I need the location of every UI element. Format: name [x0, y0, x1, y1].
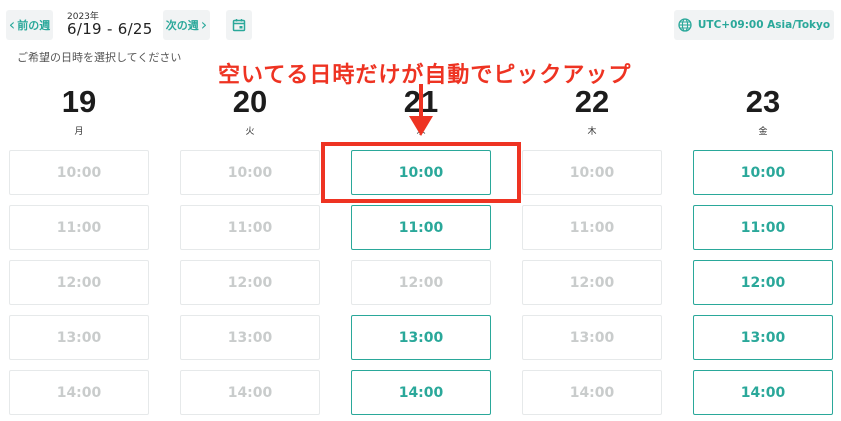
day-number: 23 [745, 84, 781, 119]
time-slot: 13:00 [522, 315, 662, 360]
time-slot: 11:00 [522, 205, 662, 250]
weekday-label: 水 [416, 127, 426, 137]
time-slot: 12:00 [522, 260, 662, 305]
weekday-label: 火 [245, 127, 255, 137]
time-slot: 12:00 [351, 260, 491, 305]
annotation-caption: 空いてる日時だけが自動でピックアップ [218, 63, 632, 88]
weekday-label: 金 [758, 127, 768, 137]
time-slot: 13:00 [180, 315, 320, 360]
globe-icon [678, 18, 692, 32]
day-column: 19 月 10:00 11:00 12:00 13:00 14:00 [9, 0, 149, 421]
time-slot: 13:00 [9, 315, 149, 360]
time-slot: 12:00 [9, 260, 149, 305]
time-slot: 14:00 [9, 370, 149, 415]
time-slot[interactable]: 13:00 [351, 315, 491, 360]
time-slot: 10:00 [522, 150, 662, 195]
day-number: 22 [574, 84, 610, 119]
weekday-label: 月 [74, 127, 84, 137]
weekday-label: 木 [587, 127, 597, 137]
time-slot: 10:00 [9, 150, 149, 195]
time-slot[interactable]: 11:00 [351, 205, 491, 250]
day-column: 23 金 10:00 11:00 12:00 13:00 14:00 [693, 0, 833, 421]
time-slot[interactable]: 11:00 [693, 205, 833, 250]
time-slot: 11:00 [180, 205, 320, 250]
time-slot: 14:00 [522, 370, 662, 415]
time-slot[interactable]: 10:00 [693, 150, 833, 195]
time-slot[interactable]: 12:00 [693, 260, 833, 305]
time-slot[interactable]: 14:00 [351, 370, 491, 415]
time-slot: 12:00 [180, 260, 320, 305]
highlight-box [321, 142, 521, 203]
time-slot: 11:00 [9, 205, 149, 250]
time-slot[interactable]: 13:00 [693, 315, 833, 360]
time-slot: 10:00 [180, 150, 320, 195]
time-slot: 14:00 [180, 370, 320, 415]
time-slot[interactable]: 14:00 [693, 370, 833, 415]
day-number: 20 [232, 84, 268, 119]
day-number: 19 [61, 84, 97, 119]
day-number: 21 [403, 84, 439, 119]
